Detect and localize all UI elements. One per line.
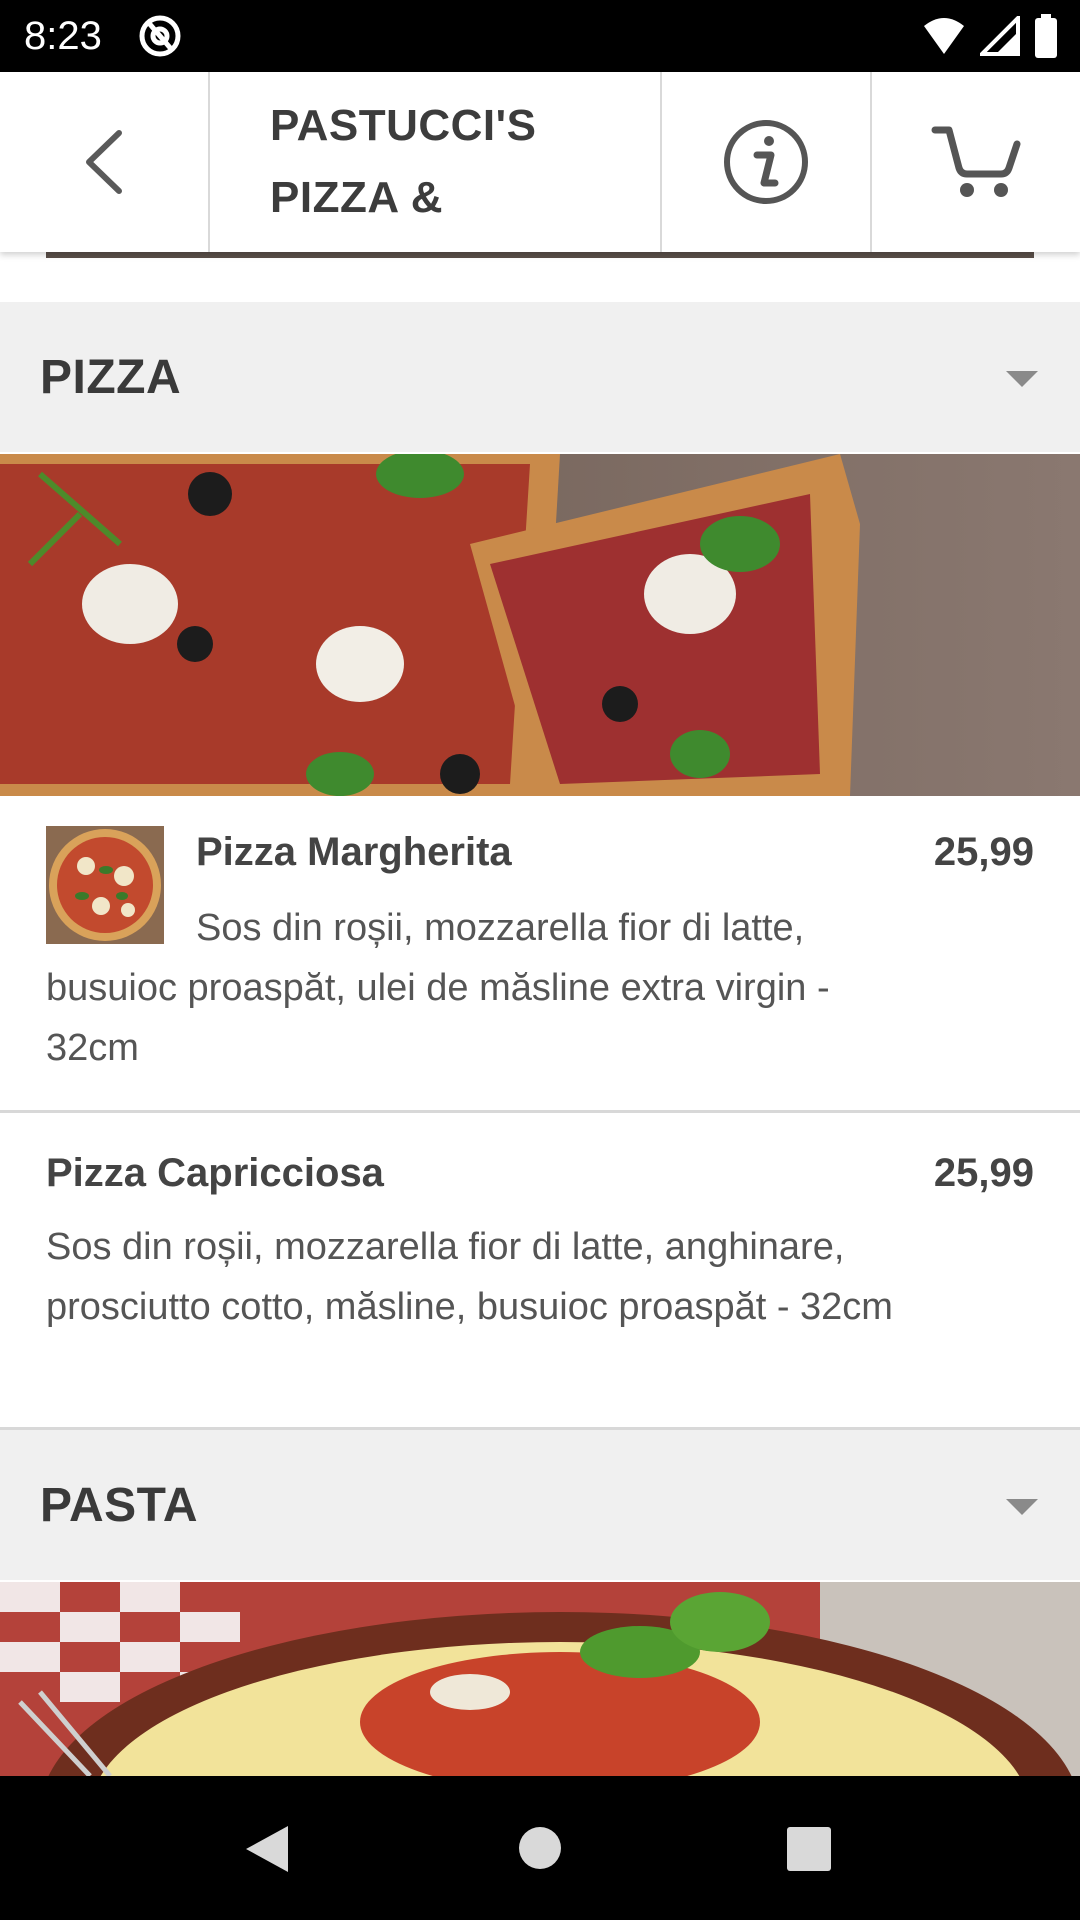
info-button[interactable] — [662, 72, 870, 252]
nav-home-icon[interactable] — [518, 1826, 562, 1870]
item-name: Pizza Capricciosa — [46, 1151, 384, 1195]
item-price: 25,99 — [933, 1151, 1034, 1195]
status-icons — [922, 14, 1058, 58]
item-description: Sos din roșii, mozzarella fior di latte,… — [46, 907, 830, 1069]
nav-recents-icon[interactable] — [786, 1826, 832, 1872]
battery-icon — [1035, 14, 1057, 58]
pasta-banner-image — [0, 1582, 1080, 1776]
item-description: Sos din roșii, mozzarella fior di latte,… — [46, 1226, 893, 1328]
item-name: Pizza Margherita — [196, 830, 512, 874]
restaurant-title-area: PASTUCCI'S PIZZA & — [210, 72, 660, 252]
item-price: 25,99 — [933, 830, 1034, 874]
status-bar: 8:23 — [0, 0, 1080, 72]
status-time: 8:23 — [24, 14, 102, 58]
section-header-pasta[interactable]: PASTA — [0, 1430, 1080, 1580]
cart-icon — [931, 126, 1021, 197]
app-header: PASTUCCI'S PIZZA & — [0, 72, 1080, 252]
caret-down-icon — [1006, 371, 1038, 387]
menu-item[interactable]: Pizza Margherita 25,99 Sos din roșii, mo… — [0, 796, 1080, 1112]
section-header-pizza[interactable]: PIZZA — [0, 302, 1080, 452]
cart-button[interactable] — [872, 72, 1080, 252]
at-sign-icon — [139, 15, 181, 57]
system-nav-bar — [0, 1776, 1080, 1920]
info-icon — [724, 120, 808, 204]
pizza-banner-image — [0, 454, 1080, 796]
section-title: PIZZA — [40, 350, 182, 404]
nav-back-icon[interactable] — [244, 1824, 290, 1874]
restaurant-title: PASTUCCI'S PIZZA & — [270, 101, 537, 222]
section-title: PASTA — [40, 1478, 199, 1532]
caret-down-icon — [1006, 1499, 1038, 1515]
signal-icon — [980, 16, 1020, 56]
chevron-left-icon — [86, 130, 122, 194]
wifi-icon — [924, 18, 964, 54]
menu-item[interactable]: Pizza Capricciosa 25,99 Sos din roșii, m… — [0, 1113, 1080, 1427]
back-button[interactable] — [0, 72, 208, 252]
